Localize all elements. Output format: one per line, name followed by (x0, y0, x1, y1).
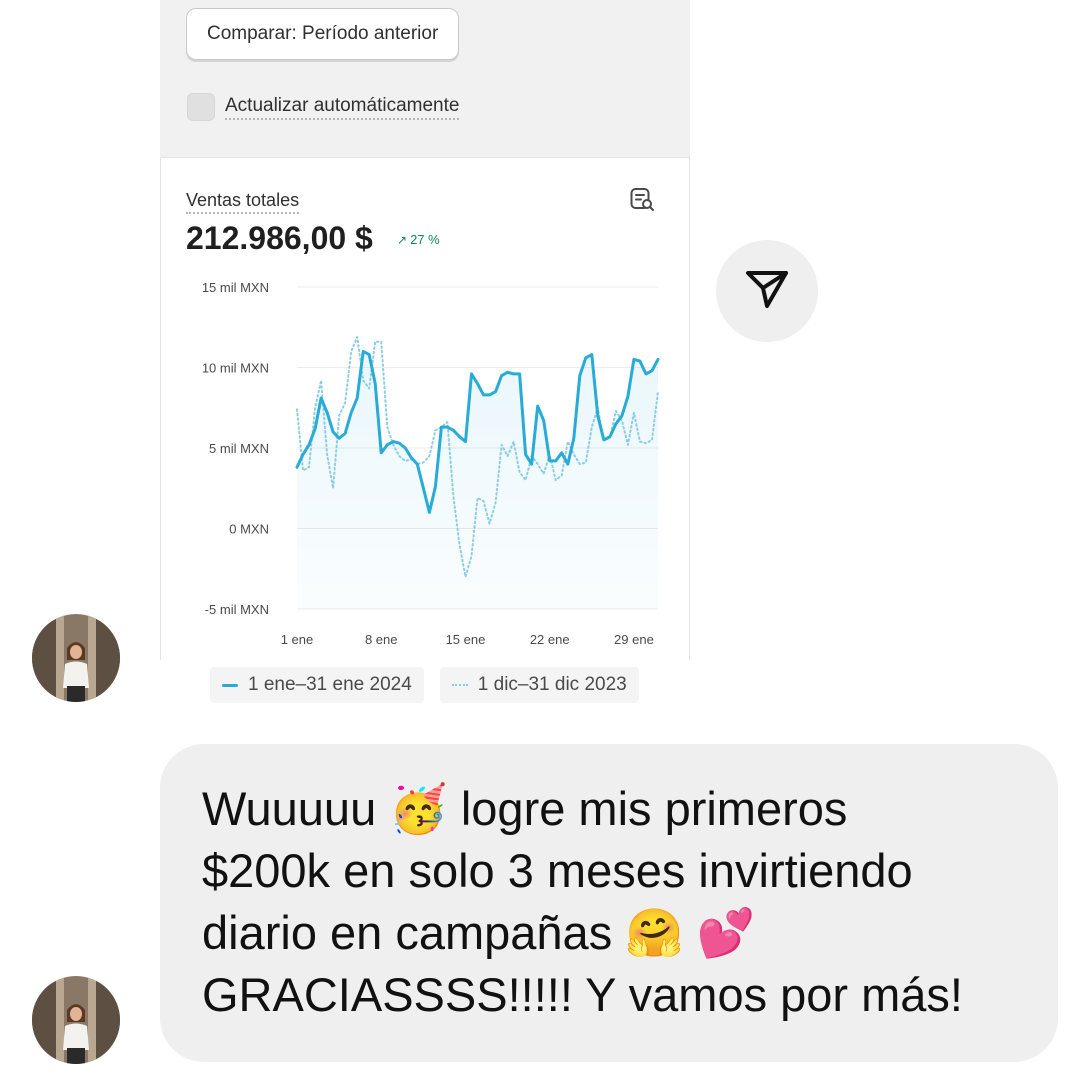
x-tick-label: 8 ene (365, 632, 398, 647)
y-tick-label: 5 mil MXN (209, 441, 269, 456)
legend-item-previous[interactable]: 1 dic–31 dic 2023 (439, 667, 639, 703)
message-text: Wuuuuu 🥳 logre mis primeros $200k en sol… (202, 782, 963, 1021)
compare-period-label: Comparar: Período anterior (207, 23, 439, 44)
auto-update-row[interactable]: Actualizar automáticamente (187, 93, 460, 121)
legend-item-current[interactable]: 1 ene–31 ene 2024 (210, 667, 424, 703)
x-tick-label: 1 ene (281, 632, 314, 647)
legend-label-previous: 1 dic–31 dic 2023 (477, 674, 627, 695)
chat-message-bubble[interactable]: Wuuuuu 🥳 logre mis primeros $200k en sol… (160, 744, 1058, 1062)
sales-metric-card: Ventas totales 212.986,00 $ ↗ 27 % 15 mi… (160, 157, 690, 660)
legend-dotted-swatch (451, 684, 468, 686)
y-tick-label: -5 mil MXN (205, 602, 269, 617)
y-tick-label: 15 mil MXN (202, 280, 269, 295)
compare-period-button[interactable]: Comparar: Período anterior (186, 8, 460, 60)
sales-line-chart: 15 mil MXN 10 mil MXN 5 mil MXN 0 MXN -5 mil… (202, 280, 660, 647)
shared-analytics-card[interactable]: Comparar: Período anterior Actualizar au… (160, 0, 690, 660)
y-tick-label: 0 MXN (229, 522, 269, 537)
avatar[interactable] (32, 614, 120, 702)
x-tick-label: 29 ene (614, 632, 654, 647)
x-tick-label: 15 ene (446, 632, 486, 647)
card-header-area: Comparar: Período anterior Actualizar au… (160, 0, 690, 157)
legend-solid-swatch (222, 683, 238, 687)
series-area-current (297, 351, 658, 609)
share-send-button[interactable] (716, 240, 818, 342)
paper-plane-icon (742, 264, 792, 319)
auto-update-label: Actualizar automáticamente (225, 95, 460, 120)
auto-update-checkbox[interactable] (187, 93, 215, 121)
x-tick-label: 22 ene (530, 632, 570, 647)
y-tick-label: 10 mil MXN (202, 361, 269, 376)
avatar[interactable] (32, 976, 120, 1064)
legend-label-current: 1 ene–31 ene 2024 (248, 674, 412, 695)
chart-legend: 1 ene–31 ene 2024 1 dic–31 dic 2023 (210, 667, 639, 703)
